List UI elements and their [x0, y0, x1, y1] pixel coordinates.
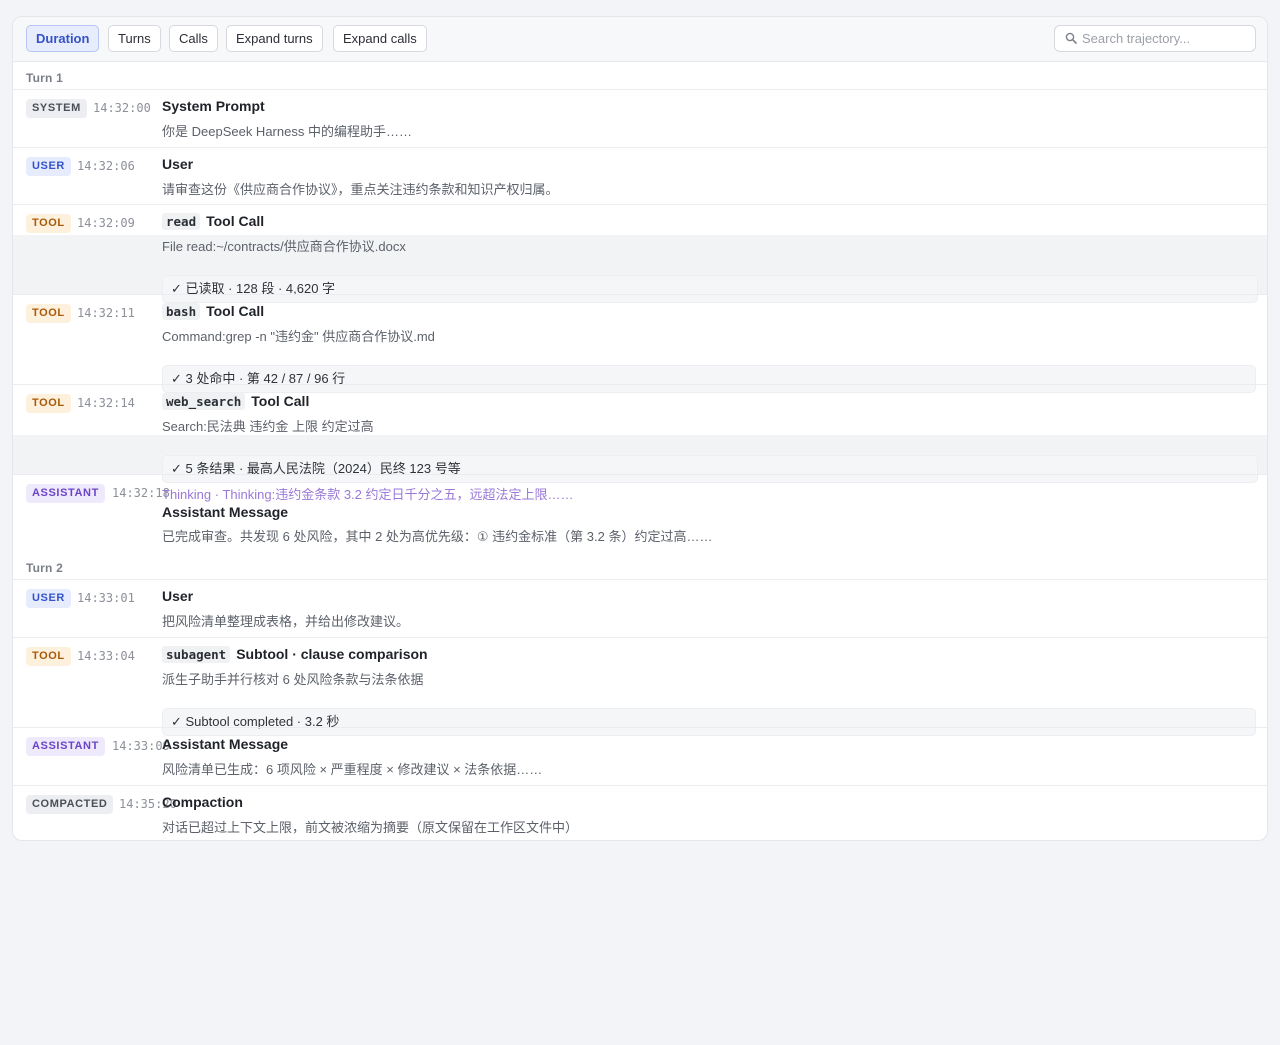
entry-title: User: [162, 588, 194, 604]
role-badge: ASSISTANT: [26, 484, 105, 503]
role-badge: SYSTEM: [26, 99, 87, 118]
search-icon: [1065, 32, 1077, 44]
timestamp: 14:32:00: [93, 101, 151, 115]
role-badge: TOOL: [26, 647, 71, 666]
trajectory-panel: Duration Turns Calls Expand turns Expand…: [12, 16, 1268, 841]
tool-name: read: [162, 213, 201, 230]
tool-name: web_search: [162, 393, 246, 410]
turn-label: Turn 1: [26, 71, 63, 85]
timestamp: 14:32:11: [77, 306, 135, 320]
entry-preview: Command:grep -n "违约金" 供应商合作协议.md: [162, 329, 435, 344]
thinking-preview[interactable]: Thinking · Thinking:违约金条款 3.2 约定日千分之五，远超…: [162, 484, 574, 503]
timestamp: 14:33:04: [77, 649, 135, 663]
calls-button[interactable]: Calls: [169, 25, 218, 52]
timestamp: 14:32:14: [77, 396, 135, 410]
toolbar: Duration Turns Calls Expand turns Expand…: [13, 17, 1267, 62]
duration-button[interactable]: Duration: [26, 25, 100, 52]
turns-button[interactable]: Turns: [108, 25, 161, 52]
entry-title: Assistant Message: [162, 504, 289, 520]
entry-preview: 请审查这份《供应商合作协议》，重点关注违约条款和知识产权归属。: [162, 182, 559, 197]
entry-title: web_search Tool Call: [162, 393, 309, 410]
expand-turns-button[interactable]: Expand turns: [226, 25, 323, 52]
trajectory-entry-assistant[interactable]: ASSISTANT 14:33:09 Assistant Message 风险清…: [13, 727, 1267, 785]
entry-title: Assistant Message: [162, 736, 289, 752]
trajectory-entry-tool-read[interactable]: TOOL 14:32:09 read Tool Call File read:~/…: [13, 204, 1267, 303]
entry-title: System Prompt: [162, 98, 265, 114]
entry-title: User: [162, 156, 194, 172]
tool-name: bash: [162, 303, 201, 320]
entry-preview: 已完成审查。共发现 6 处风险，其中 2 处为高优先级：① 违约金标准（第 3.…: [162, 529, 713, 544]
trajectory-entry-tool-bash[interactable]: TOOL 14:32:11 bash Tool Call Command:grep…: [13, 294, 1267, 393]
trajectory-entry-compacted[interactable]: COMPACTED 14:35:20 Compaction 对话已超过上下文上限…: [13, 785, 1267, 840]
timestamp: 14:33:01: [77, 591, 135, 605]
entry-preview: 风险清单已生成：6 项风险 × 严重程度 × 修改建议 × 法条依据……: [162, 762, 543, 777]
turn-label: Turn 2: [26, 561, 63, 575]
expand-calls-button[interactable]: Expand calls: [333, 25, 427, 52]
entry-title: bash Tool Call: [162, 303, 264, 320]
trajectory-entry-user[interactable]: USER 14:33:01 User 把风险清单整理成表格，并给出修改建议。: [13, 579, 1267, 637]
trajectory-entry-system[interactable]: SYSTEM 14:32:00 System Prompt 你是 DeepSee…: [13, 89, 1267, 147]
role-badge: ASSISTANT: [26, 737, 105, 756]
role-badge: TOOL: [26, 304, 71, 323]
entry-preview: 把风险清单整理成表格，并给出修改建议。: [162, 614, 410, 629]
tool-name: subagent: [162, 646, 231, 663]
trajectory-entry-assistant[interactable]: ASSISTANT 14:32:18 Thinking · Thinking:违…: [13, 474, 1267, 554]
role-badge: TOOL: [26, 394, 71, 413]
search-input[interactable]: [1082, 29, 1250, 48]
role-badge: USER: [26, 589, 71, 608]
role-badge: USER: [26, 157, 71, 176]
entry-preview: 你是 DeepSeek Harness 中的编程助手……: [162, 124, 412, 139]
trajectory-entry-user[interactable]: USER 14:32:06 User 请审查这份《供应商合作协议》，重点关注违约…: [13, 147, 1267, 204]
timestamp: 14:32:09: [77, 216, 135, 230]
entry-preview: 派生子助手并行核对 6 处风险条款与法条依据: [162, 672, 424, 687]
entry-title: read Tool Call: [162, 213, 264, 230]
role-badge: COMPACTED: [26, 795, 114, 814]
entry-preview: 对话已超过上下文上限，前文被浓缩为摘要（原文保留在工作区文件中）: [162, 820, 579, 835]
timestamp: 14:32:06: [77, 159, 135, 173]
entry-title: subagent Subtool · clause comparison: [162, 646, 428, 663]
entry-preview: File read:~/contracts/供应商合作协议.docx: [162, 239, 406, 254]
entry-preview: Search:民法典 违约金 上限 约定过高: [162, 419, 374, 434]
trajectory-entry-tool-subagent[interactable]: TOOL 14:33:04 subagent Subtool · clause c…: [13, 637, 1267, 736]
trajectory-entry-tool-web-search[interactable]: TOOL 14:32:14 web_search Tool Call Search…: [13, 384, 1267, 483]
entry-title: Compaction: [162, 794, 243, 810]
role-badge: TOOL: [26, 214, 71, 233]
search-box[interactable]: [1054, 25, 1256, 52]
